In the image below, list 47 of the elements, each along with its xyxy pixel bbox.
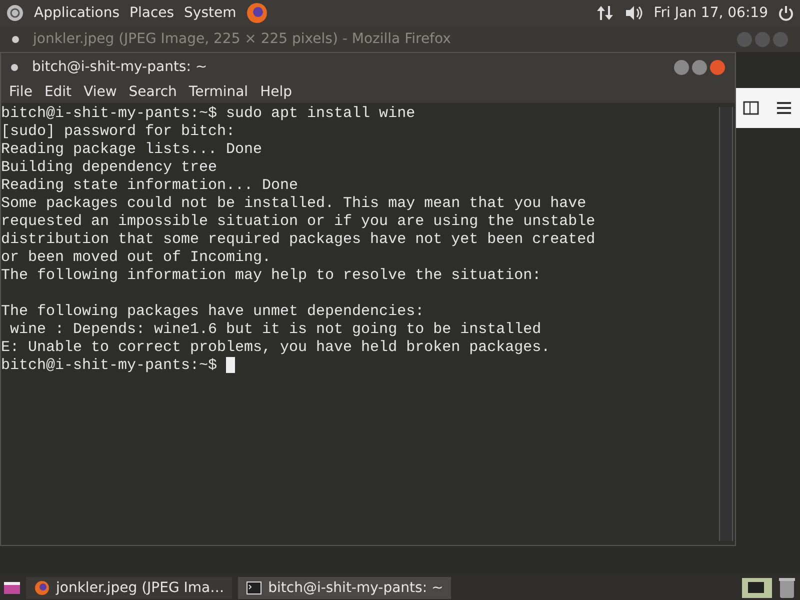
- trash-icon[interactable]: [778, 576, 796, 598]
- minimize-button[interactable]: [674, 60, 689, 74]
- show-desktop-icon[interactable]: [4, 580, 20, 594]
- terminal-line: The following information may help to resolve the situation:: [1, 267, 542, 285]
- logo-icon[interactable]: [6, 4, 24, 22]
- taskbar-button[interactable]: bitch@i-shit-my-pants: ~: [238, 576, 452, 598]
- menu-item[interactable]: Help: [254, 84, 298, 100]
- workspace-icon[interactable]: [742, 578, 772, 598]
- close-button[interactable]: [710, 60, 725, 74]
- menu-icon[interactable]: [776, 101, 792, 115]
- terminal-line: Reading state information... Done: [1, 177, 300, 195]
- menu-item[interactable]: View: [78, 84, 123, 100]
- scrollbar[interactable]: [719, 107, 733, 541]
- terminal-line: E: Unable to correct problems, you have held broken packages.: [1, 339, 552, 357]
- window-title: jonkler.jpeg (JPEG Image, 225 × 225 pixels) - Mozilla Firefox: [33, 31, 451, 47]
- terminal-line: requested an impossible situation or if you are using the unstable: [1, 213, 596, 231]
- browser-icon[interactable]: [246, 2, 268, 24]
- panel-menu[interactable]: Places: [130, 5, 174, 21]
- terminal-line: distribution that some required packages have not yet been created: [1, 231, 596, 249]
- browser-icon: [34, 580, 50, 596]
- volume-icon[interactable]: [624, 4, 644, 22]
- clock[interactable]: Fri Jan 17, 06:19: [654, 5, 768, 21]
- terminal-line: bitch@i-shit-my-pants:~$: [1, 357, 218, 374]
- sidebar-icon[interactable]: [742, 101, 758, 115]
- terminal-line: Building dependency tree: [1, 159, 218, 177]
- terminal-line: Some packages could not be installed. This may mean that you have: [1, 195, 588, 213]
- terminal-line: bitch@i-shit-my-pants:~$ sudo apt install wine: [1, 105, 416, 123]
- panel-menu[interactable]: System: [184, 5, 236, 21]
- menu-item[interactable]: Search: [122, 84, 183, 100]
- power-icon[interactable]: [778, 5, 794, 21]
- maximize-button[interactable]: [692, 60, 707, 74]
- taskbar-button[interactable]: jonkler.jpeg (JPEG Ima…: [26, 576, 232, 598]
- terminal-icon: [246, 580, 262, 594]
- network-icon[interactable]: [596, 4, 614, 22]
- terminal-line: wine : Depends: wine1.6 but it is not going to be installed: [9, 321, 542, 339]
- terminal-line: Reading package lists... Done: [1, 141, 264, 159]
- panel-menu[interactable]: Applications: [34, 5, 120, 21]
- terminal-line: or been moved out of Incoming.: [1, 249, 272, 267]
- window-dot-icon: [12, 36, 19, 42]
- window-dot-icon: [11, 64, 18, 70]
- window-title: bitch@i-shit-my-pants: ~: [32, 59, 208, 75]
- terminal-line: The following packages have unmet dependencies:: [1, 302, 426, 321]
- cursor: [226, 357, 236, 374]
- terminal-line: [sudo] password for bitch:: [1, 123, 236, 141]
- menu-item[interactable]: File: [3, 84, 38, 100]
- menu-item[interactable]: Terminal: [182, 84, 254, 100]
- menu-item[interactable]: Edit: [38, 84, 78, 100]
